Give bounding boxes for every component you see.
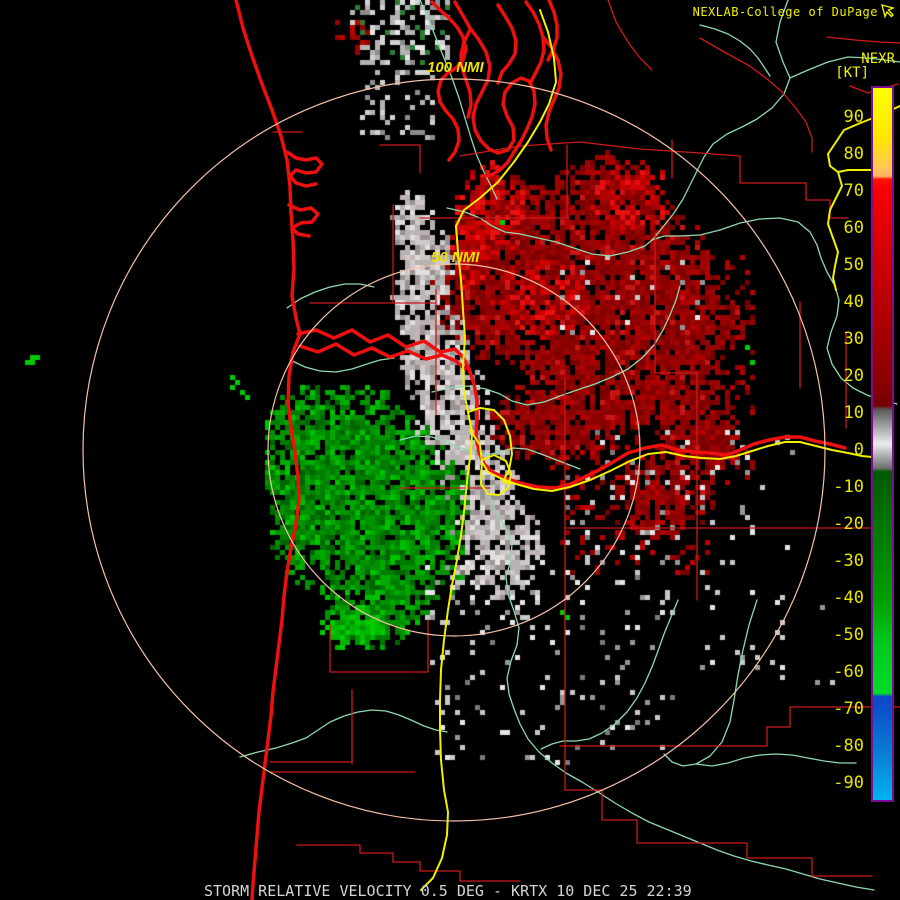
- coastline-water: [298, 342, 467, 371]
- rivers: [699, 24, 771, 77]
- coastline-water: [430, 0, 468, 162]
- range-ring-50-nmi: [267, 263, 641, 637]
- rivers: [540, 599, 679, 750]
- county-borders: [419, 144, 568, 219]
- colorbar-tick-label: -10: [833, 477, 864, 497]
- rivers: [651, 0, 791, 241]
- colorbar-tick-label: 10: [843, 403, 864, 423]
- range-ring-label-50nmi: 50 NMI: [431, 249, 480, 266]
- colorbar-units: [KT]: [835, 65, 869, 81]
- colorbar-tick-label: 70: [843, 181, 864, 201]
- colorbar-tick-label: 60: [843, 218, 864, 238]
- county-borders: [607, 0, 653, 71]
- coastline-water: [496, 3, 518, 85]
- rivers: [289, 357, 395, 373]
- highways: [420, 9, 557, 891]
- range-ring-100-nmi: [82, 78, 826, 822]
- county-borders: [826, 36, 900, 44]
- rivers: [695, 753, 857, 767]
- colorbar-tick-label: -80: [833, 736, 864, 756]
- brand-title: NEXLAB-College of DuPage: [692, 5, 878, 19]
- coastline-water: [480, 150, 516, 178]
- colorbar-tick-label: 50: [843, 255, 864, 275]
- rivers: [431, 285, 681, 406]
- colorbar-tick-label: 30: [843, 329, 864, 349]
- colorbar-tick-label: 20: [843, 366, 864, 386]
- colorbar-tick-label: 40: [843, 292, 864, 312]
- rivers: [399, 435, 581, 470]
- radar-viewport: NEXLAB-College of DuPage NEXR [KT] 90 80 7…: [0, 0, 900, 900]
- coastline-water: [285, 150, 324, 188]
- colorbar-tick-label: -30: [833, 551, 864, 571]
- colorbar-tick-label: -50: [833, 625, 864, 645]
- map-overlay: [82, 0, 900, 900]
- county-borders: [459, 141, 849, 219]
- colorbar-tick-label: -90: [833, 773, 864, 793]
- range-ring-label-100nmi: 100 NMI: [427, 59, 484, 76]
- colorbar-tick-label: 0: [853, 440, 864, 460]
- county-borders: [654, 372, 698, 601]
- rivers: [286, 283, 375, 309]
- county-borders: [379, 144, 421, 174]
- colorbar-tick-label: -20: [833, 514, 864, 534]
- county-borders: [564, 789, 873, 877]
- colorbar-gradient: [873, 88, 892, 800]
- status-bar-text: STORM RELATIVE VELOCITY 0.5 DEG - KRTX 1…: [204, 882, 692, 900]
- nw-arrow-cursor-icon: [881, 4, 896, 19]
- colorbar-tick-label: 90: [843, 107, 864, 127]
- colorbar: [871, 86, 894, 802]
- colorbar-tick-label: -60: [833, 662, 864, 682]
- county-borders: [296, 844, 521, 882]
- colorbar-tick-label: -40: [833, 588, 864, 608]
- colorbar-tick-label: 80: [843, 144, 864, 164]
- colorbar-tick-label: -70: [833, 699, 864, 719]
